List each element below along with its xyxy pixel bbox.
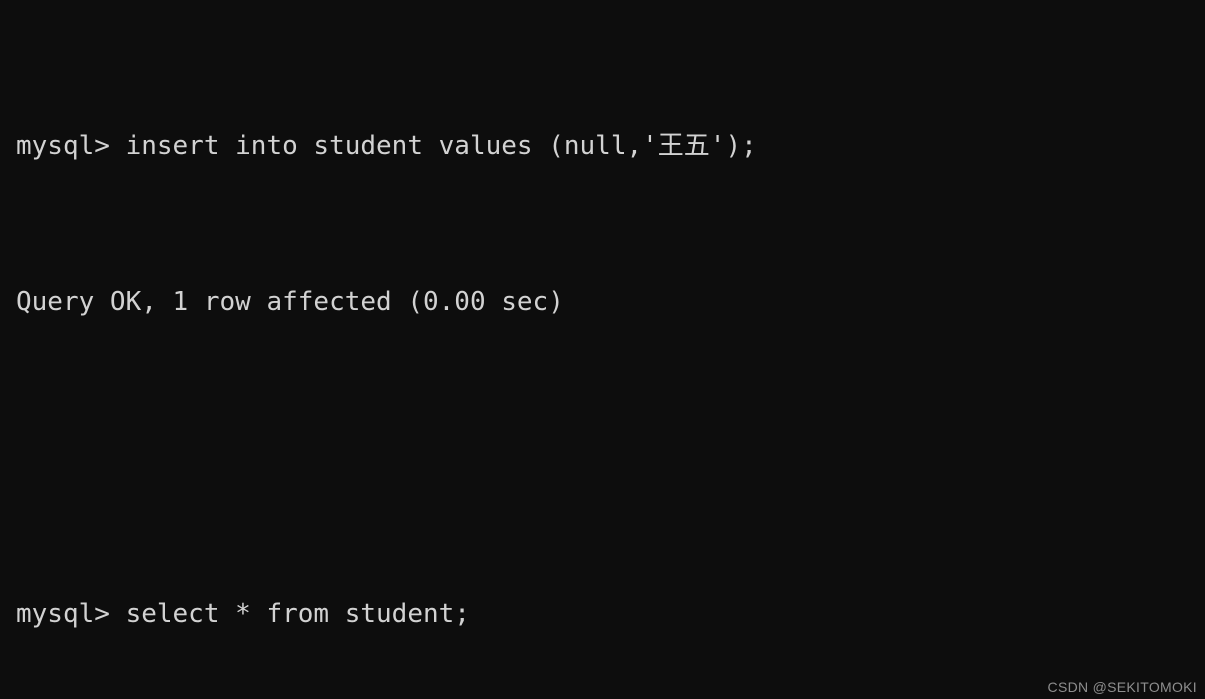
- terminal-line-insert-result: Query OK, 1 row affected (0.00 sec): [16, 287, 564, 317]
- terminal-line-insert-command: mysql> insert into student values (null,…: [16, 131, 757, 161]
- terminal-window[interactable]: mysql> insert into student values (null,…: [0, 0, 1205, 699]
- terminal-output-buffer[interactable]: mysql> insert into student values (null,…: [16, 10, 1205, 699]
- terminal-line-select-command: mysql> select * from student;: [16, 599, 470, 629]
- terminal-line-blank-1: [16, 439, 1205, 478]
- watermark-label: CSDN @SEKITOMOKI: [1047, 679, 1197, 695]
